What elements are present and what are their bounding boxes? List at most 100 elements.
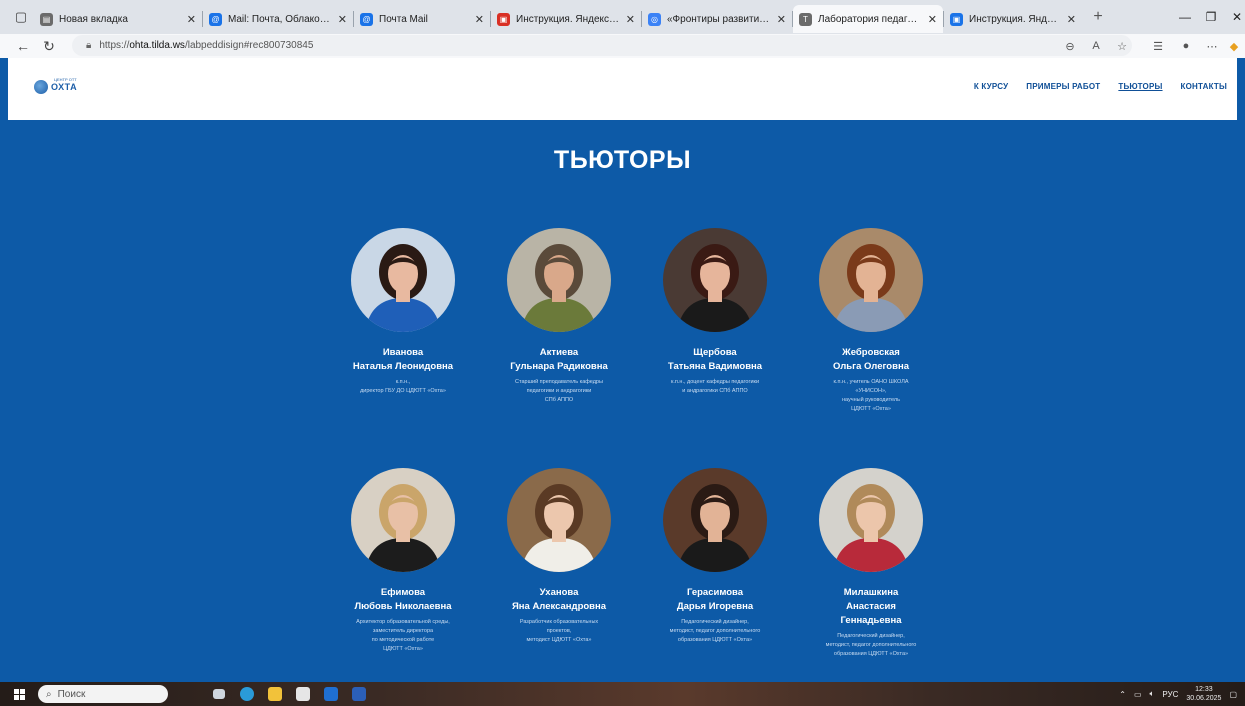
tab-title: Инструкция. Яндекс Формы.pdf [969, 13, 1061, 25]
tray-chevron-icon[interactable]: ⌃ [1119, 690, 1126, 699]
more-menu-icon[interactable]: ⋯ [1200, 34, 1224, 58]
menu-item[interactable]: ПРИМЕРЫ РАБОТ [1026, 82, 1100, 91]
clock[interactable]: 12:33 30.06.2025 [1186, 685, 1221, 703]
tab-favicon-icon: T [799, 12, 812, 26]
browser-tab[interactable]: ▣ Инструкция. Яндекс Формы.pdf ✕ [491, 5, 641, 33]
tab-list: ▤ Новая вкладка ✕ @ Mail: Почта, Облако, Кал… [34, 1, 1082, 33]
tutor-name: Герасимова Дарья Игоревна [645, 586, 785, 614]
browser-tab[interactable]: T Лаборатория педагогического ✕ [793, 5, 943, 33]
notifications-icon[interactable]: ▢ [1229, 690, 1237, 699]
tutor-name: Уханова Яна Александровна [489, 586, 629, 614]
menu-item[interactable]: К КУРСУ [974, 82, 1008, 91]
tutor-description: к.п.н., учитель ОАНО ШКОЛА «УНИСОН», нау… [833, 379, 909, 412]
tutor-surname: Уханова [539, 587, 579, 598]
tutor-given-name: Татьяна Вадимовна [667, 361, 763, 372]
zoom-icon[interactable]: ⊖ [1058, 34, 1082, 58]
tutor-card: Жебровская Ольга Олеговна к.п.н., учитель … [801, 228, 941, 414]
menu-item[interactable]: КОНТАКТЫ [1181, 82, 1227, 91]
tutor-card: Иванова Наталья Леонидовна к.п.н., директо… [333, 228, 473, 396]
main-menu: К КУРСУ ПРИМЕРЫ РАБОТ ТЬЮТОРЫ КОНТАКТЫ [974, 82, 1227, 91]
tab-close-icon[interactable]: ✕ [777, 13, 786, 26]
copilot-icon[interactable]: ◆ [1222, 34, 1245, 58]
tutor-card: Актиева Гульнара Радиковна Старший препода… [489, 228, 629, 405]
new-tab-button[interactable]: + [1086, 8, 1110, 26]
favorite-star-icon[interactable]: ☆ [1110, 34, 1134, 58]
tutor-card: Щербова Татьяна Вадимовна к.п.н., доцент к… [645, 228, 785, 396]
tab-close-icon[interactable]: ✕ [187, 13, 196, 26]
tab-actions-icon[interactable]: ▢ [8, 5, 34, 29]
tutor-surname: Ефимова [380, 587, 426, 598]
tutor-photo [819, 468, 923, 572]
tab-close-icon[interactable]: ✕ [338, 13, 347, 26]
tab-favicon-icon: ▣ [950, 12, 963, 26]
browser-tab[interactable]: ▣ Инструкция. Яндекс Формы.pdf ✕ [944, 5, 1082, 33]
profile-icon[interactable]: ● [1174, 34, 1198, 58]
tutor-photo [663, 468, 767, 572]
language-indicator[interactable]: РУС [1162, 690, 1178, 699]
tab-close-icon[interactable]: ✕ [626, 13, 635, 26]
favorites-list-icon[interactable]: ☰ [1146, 34, 1170, 58]
tutor-description: Педагогический дизайнер, методист, педаг… [825, 633, 917, 657]
tutor-surname: Иванова [382, 347, 424, 358]
tutor-surname: Милашкина [843, 587, 899, 598]
tutor-given-name: Яна Александровна [511, 601, 607, 612]
tab-close-icon[interactable]: ✕ [1067, 13, 1076, 26]
tab-title: Почта Mail [379, 13, 428, 25]
browser-tab[interactable]: ◎ «Фронтиры развития методичес ✕ [642, 5, 792, 33]
outlook-icon[interactable] [320, 683, 342, 705]
browser-tab[interactable]: ▤ Новая вкладка ✕ [34, 5, 202, 33]
tutor-name: Ефимова Любовь Николаевна [333, 586, 473, 614]
site-header: ЦЕНТР ОТТ ОХТА К КУРСУ ПРИМЕРЫ РАБОТ ТЬЮТО… [8, 58, 1237, 120]
tutor-description: Старший преподаватель кафедры педагогики… [515, 379, 603, 403]
back-button[interactable]: ← [10, 35, 36, 57]
tutor-surname: Актиева [539, 347, 579, 358]
task-view-icon[interactable] [208, 683, 230, 705]
store-icon[interactable] [292, 683, 314, 705]
tutor-description: к.п.н., доцент кафедры педагогики и андр… [670, 379, 760, 394]
url-host: ohta.tilda.ws [129, 40, 185, 51]
close-window-button[interactable]: ✕ [1218, 0, 1245, 34]
url-prefix: https:// [99, 40, 130, 51]
system-tray: ⌃ ▭ 🔈︎ РУС 12:33 30.06.2025 ▢ [1119, 682, 1237, 706]
tutor-name: Щербова Татьяна Вадимовна [645, 346, 785, 374]
tab-favicon-icon: ◎ [648, 12, 661, 26]
refresh-button[interactable]: ↻ [36, 35, 62, 57]
tutor-surname: Герасимова [686, 587, 744, 598]
site-logo[interactable]: ЦЕНТР ОТТ ОХТА [34, 77, 77, 94]
tutor-card: Ефимова Любовь Николаевна Архитектор образ… [333, 468, 473, 654]
section-title: ТЬЮТОРЫ [553, 146, 692, 174]
taskbar-search-label: Поиск [57, 688, 86, 700]
browser-tab[interactable]: @ Почта Mail ✕ [354, 5, 490, 33]
tab-title: Новая вкладка [59, 13, 128, 25]
tutor-name: Иванова Наталья Леонидовна [333, 346, 473, 374]
tutor-name: Жебровская Ольга Олеговна [801, 346, 941, 374]
menu-item[interactable]: ТЬЮТОРЫ [1118, 82, 1162, 91]
tutor-name: Милашкина Анастасия Геннадьевна [801, 586, 941, 628]
tab-favicon-icon: ▣ [497, 12, 510, 26]
tutor-photo [819, 228, 923, 332]
edge-icon[interactable] [236, 683, 258, 705]
tab-close-icon[interactable]: ✕ [928, 13, 937, 26]
tutor-given-name: Анастасия Геннадьевна [840, 601, 902, 626]
taskbar: ⌕ Поиск ⌃ ▭ 🔈︎ РУС 12:33 30.06.2025 ▢ [0, 682, 1245, 706]
tutor-photo [507, 228, 611, 332]
tutor-name: Актиева Гульнара Радиковна [489, 346, 629, 374]
tab-favicon-icon: ▤ [40, 12, 53, 26]
network-icon[interactable]: ▭ [1134, 690, 1142, 699]
tutor-surname: Жебровская [842, 347, 900, 358]
tab-close-icon[interactable]: ✕ [475, 13, 484, 26]
start-button[interactable] [6, 682, 32, 706]
volume-icon[interactable]: 🔈︎ [1150, 689, 1155, 699]
tutor-given-name: Дарья Игоревна [676, 601, 754, 612]
tab-title: Инструкция. Яндекс Формы.pdf [516, 13, 620, 25]
tutor-surname: Щербова [693, 347, 737, 358]
tutor-given-name: Любовь Николаевна [354, 601, 452, 612]
url-field[interactable]: 🔒︎ https://ohta.tilda.ws/labpeddisign#re… [72, 35, 1132, 56]
word-icon[interactable] [348, 683, 370, 705]
tutor-given-name: Наталья Леонидовна [352, 361, 454, 372]
tutor-given-name: Гульнара Радиковна [510, 361, 608, 372]
file-explorer-icon[interactable] [264, 683, 286, 705]
taskbar-search[interactable]: ⌕ Поиск [38, 685, 168, 703]
read-aloud-icon[interactable]: A [1084, 34, 1108, 58]
browser-tab[interactable]: @ Mail: Почта, Облако, Календарь ✕ [203, 5, 353, 33]
